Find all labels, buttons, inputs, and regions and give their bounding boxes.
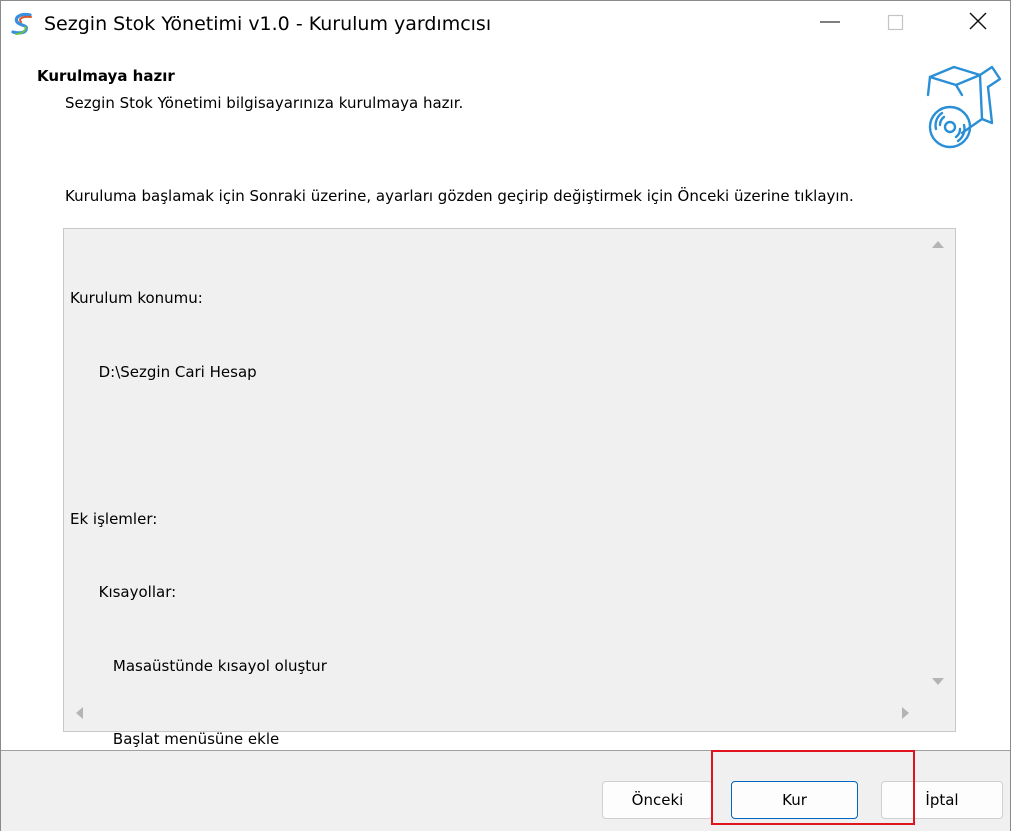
highlight-box <box>711 750 915 825</box>
summary-line: D:\Sezgin Cari Hesap <box>70 362 257 381</box>
summary-line <box>70 433 327 458</box>
title-bar[interactable]: Sezgin Stok Yönetimi v1.0 - Kurulum yard… <box>1 1 1010 48</box>
summary-memo[interactable]: Kurulum konumu: D:\Sezgin Cari Hesap Ek … <box>63 228 956 748</box>
back-button[interactable]: Önceki <box>602 781 713 819</box>
minimize-icon <box>820 21 840 23</box>
summary-line: Kurulum konumu: <box>70 289 203 307</box>
scroll-up-icon[interactable] <box>932 241 944 248</box>
page-subtitle: Sezgin Stok Yönetimi bilgisayarınıza kur… <box>65 94 464 112</box>
setup-box-disc-icon <box>926 65 1002 149</box>
maximize-button[interactable] <box>872 1 920 41</box>
minimize-button[interactable] <box>806 1 854 41</box>
horizontal-scrollbar[interactable] <box>64 697 922 731</box>
maximize-icon <box>887 14 904 31</box>
window-title: Sezgin Stok Yönetimi v1.0 - Kurulum yard… <box>44 13 492 35</box>
scroll-right-icon[interactable] <box>902 707 909 719</box>
close-button[interactable] <box>954 1 1002 41</box>
scroll-corner <box>922 697 955 731</box>
scroll-down-icon[interactable] <box>932 678 944 685</box>
close-icon <box>969 12 987 30</box>
vertical-scrollbar[interactable] <box>922 229 955 697</box>
app-logo-icon <box>11 12 32 35</box>
summary-line: Masaüstünde kısayol oluştur <box>70 656 327 675</box>
summary-line: Kısayollar: <box>70 583 177 601</box>
instruction-text: Kuruluma başlamak için Sonraki üzerine, … <box>65 187 854 205</box>
scroll-left-icon[interactable] <box>76 707 83 719</box>
installer-window: Sezgin Stok Yönetimi v1.0 - Kurulum yard… <box>0 0 1011 831</box>
page-title: Kurulmaya hazır <box>37 67 175 85</box>
summary-line: Ek işlemler: <box>70 509 158 528</box>
